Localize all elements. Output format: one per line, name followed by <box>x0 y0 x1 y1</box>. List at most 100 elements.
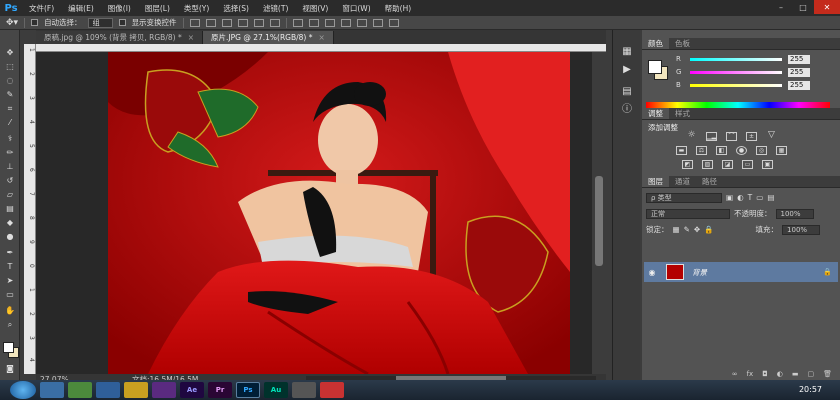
menu-edit[interactable]: 编辑(E) <box>61 3 101 14</box>
menu-help[interactable]: 帮助(H) <box>378 3 419 14</box>
align-bottom-icon[interactable] <box>221 18 232 27</box>
tab-document-1[interactable]: 原稿.jpg @ 109% (背景 拷贝, RGB/8) * × <box>36 31 203 44</box>
hue-saturation-icon[interactable]: ▬ <box>676 146 687 155</box>
filter-smart-icon[interactable]: ▤ <box>767 193 774 202</box>
shape-tool-icon[interactable]: ▭ <box>4 290 16 300</box>
ie-icon[interactable] <box>40 382 64 398</box>
tab-paths[interactable]: 路径 <box>696 176 723 187</box>
photoshop-task-icon[interactable]: Ps <box>236 382 260 398</box>
distribute-top-icon[interactable] <box>292 18 303 27</box>
tab-channels[interactable]: 通道 <box>669 176 696 187</box>
lock-move-icon[interactable]: ✥ <box>694 225 700 234</box>
foreground-color-swatch[interactable] <box>648 60 662 74</box>
marquee-tool-icon[interactable]: ⬚ <box>4 62 16 72</box>
distribute-center-icon[interactable] <box>356 18 367 27</box>
lock-brush-icon[interactable]: ✎ <box>684 225 690 234</box>
blur-tool-icon[interactable]: ◆ <box>4 218 16 228</box>
minimize-icon[interactable]: – <box>770 0 792 14</box>
gradient-map-icon[interactable]: ▭ <box>742 160 753 169</box>
add-mask-icon[interactable]: ◘ <box>762 370 768 380</box>
properties-panel-icon[interactable]: ▤ <box>621 86 633 98</box>
auto-select-dropdown[interactable]: 组 <box>87 17 113 28</box>
opacity-field[interactable]: 100% <box>775 208 814 219</box>
fill-field[interactable]: 100% <box>782 224 821 235</box>
tab-swatches[interactable]: 色板 <box>669 38 696 49</box>
new-group-icon[interactable]: ▬ <box>792 370 799 380</box>
lock-transparent-icon[interactable]: ▦ <box>673 225 680 234</box>
channel-value[interactable]: 255 <box>788 67 810 77</box>
slider-track[interactable] <box>690 57 782 61</box>
channel-value[interactable]: 255 <box>788 80 810 90</box>
slider-r[interactable]: R 255 <box>676 54 810 64</box>
channel-value[interactable]: 255 <box>788 54 810 64</box>
color-lookup-icon[interactable]: ▦ <box>776 146 787 155</box>
actions-panel-icon[interactable]: ▶ <box>621 64 633 76</box>
lasso-tool-icon[interactable]: ◌ <box>4 76 16 86</box>
levels-icon[interactable]: ▁▂ <box>706 132 717 141</box>
foreground-color-swatch[interactable] <box>3 342 14 353</box>
new-adjustment-icon[interactable]: ◐ <box>777 370 783 380</box>
menu-filter[interactable]: 滤镜(T) <box>256 3 295 14</box>
eyedropper-tool-icon[interactable]: ⁄ <box>4 118 16 128</box>
slider-b[interactable]: B 255 <box>676 80 810 90</box>
move-tool-icon[interactable]: ✥▾ <box>6 18 18 28</box>
selective-color-icon[interactable]: ▣ <box>762 160 773 169</box>
posterize-icon[interactable]: ▨ <box>702 160 713 169</box>
exposure-icon[interactable]: ± <box>746 132 757 141</box>
menu-view[interactable]: 视图(V) <box>295 3 335 14</box>
layer-name[interactable]: 背景 <box>692 267 707 278</box>
distribute-left-icon[interactable] <box>340 18 351 27</box>
tab-adjustments[interactable]: 调整 <box>642 108 669 119</box>
audition-icon[interactable]: Au <box>264 382 288 398</box>
app-icon[interactable] <box>320 382 344 398</box>
menu-file[interactable]: 文件(F) <box>22 3 61 14</box>
clone-stamp-tool-icon[interactable]: ⊥ <box>4 162 16 172</box>
align-left-icon[interactable] <box>237 18 248 27</box>
align-top-icon[interactable] <box>189 18 200 27</box>
dodge-tool-icon[interactable]: ● <box>4 232 16 242</box>
app-icon[interactable] <box>152 382 176 398</box>
gradient-tool-icon[interactable]: ▤ <box>4 204 16 214</box>
channel-mixer-icon[interactable]: ◎ <box>756 146 767 155</box>
type-tool-icon[interactable]: T <box>4 262 16 272</box>
close-icon[interactable]: ✕ <box>814 0 840 14</box>
tab-document-2[interactable]: 原片.JPG @ 27.1%(RGB/8) * × <box>203 31 334 44</box>
align-right-icon[interactable] <box>269 18 280 27</box>
visibility-eye-icon[interactable]: ◉ <box>644 268 660 277</box>
eraser-tool-icon[interactable]: ▱ <box>4 190 16 200</box>
maximize-icon[interactable]: □ <box>792 0 814 14</box>
vertical-scrollbar[interactable] <box>592 52 606 374</box>
threshold-icon[interactable]: ◪ <box>722 160 733 169</box>
filter-shape-icon[interactable]: ▭ <box>756 193 763 202</box>
brightness-icon[interactable]: ☼ <box>686 131 697 141</box>
pen-tool-icon[interactable]: ✒ <box>4 248 16 258</box>
layer-row-background[interactable]: ◉ 背景 🔒 <box>644 262 838 282</box>
scrollbar-thumb[interactable] <box>595 176 603 266</box>
path-select-tool-icon[interactable]: ➤ <box>4 276 16 286</box>
canvas-area[interactable] <box>36 52 606 374</box>
show-transform-checkbox[interactable] <box>118 19 126 26</box>
filter-pixel-icon[interactable]: ▣ <box>726 193 733 202</box>
slider-track[interactable] <box>690 70 782 74</box>
invert-icon[interactable]: ◩ <box>682 160 693 169</box>
lock-all-icon[interactable]: 🔒 <box>704 225 713 234</box>
delete-layer-icon[interactable]: 🗑 <box>823 370 832 380</box>
app-icon[interactable] <box>68 382 92 398</box>
tab-styles[interactable]: 样式 <box>669 108 696 119</box>
align-middle-icon[interactable] <box>205 18 216 27</box>
black-white-icon[interactable]: ◧ <box>716 146 727 155</box>
distribute-bottom-icon[interactable] <box>324 18 335 27</box>
document-canvas[interactable] <box>108 52 570 374</box>
crop-tool-icon[interactable]: ⌗ <box>4 104 16 114</box>
slider-track[interactable] <box>690 83 782 87</box>
align-center-icon[interactable] <box>253 18 264 27</box>
history-panel-icon[interactable]: ▦ <box>621 46 633 58</box>
layer-style-icon[interactable]: fx <box>747 370 754 380</box>
clock[interactable]: 20:57 <box>799 385 822 394</box>
photo-filter-icon[interactable]: ● <box>736 146 747 155</box>
menu-image[interactable]: 图像(I) <box>101 3 138 14</box>
info-panel-icon[interactable]: ⓘ <box>621 104 633 116</box>
distribute-right-icon[interactable] <box>372 18 383 27</box>
auto-select-checkbox[interactable] <box>31 19 39 26</box>
distribute-middle-icon[interactable] <box>308 18 319 27</box>
